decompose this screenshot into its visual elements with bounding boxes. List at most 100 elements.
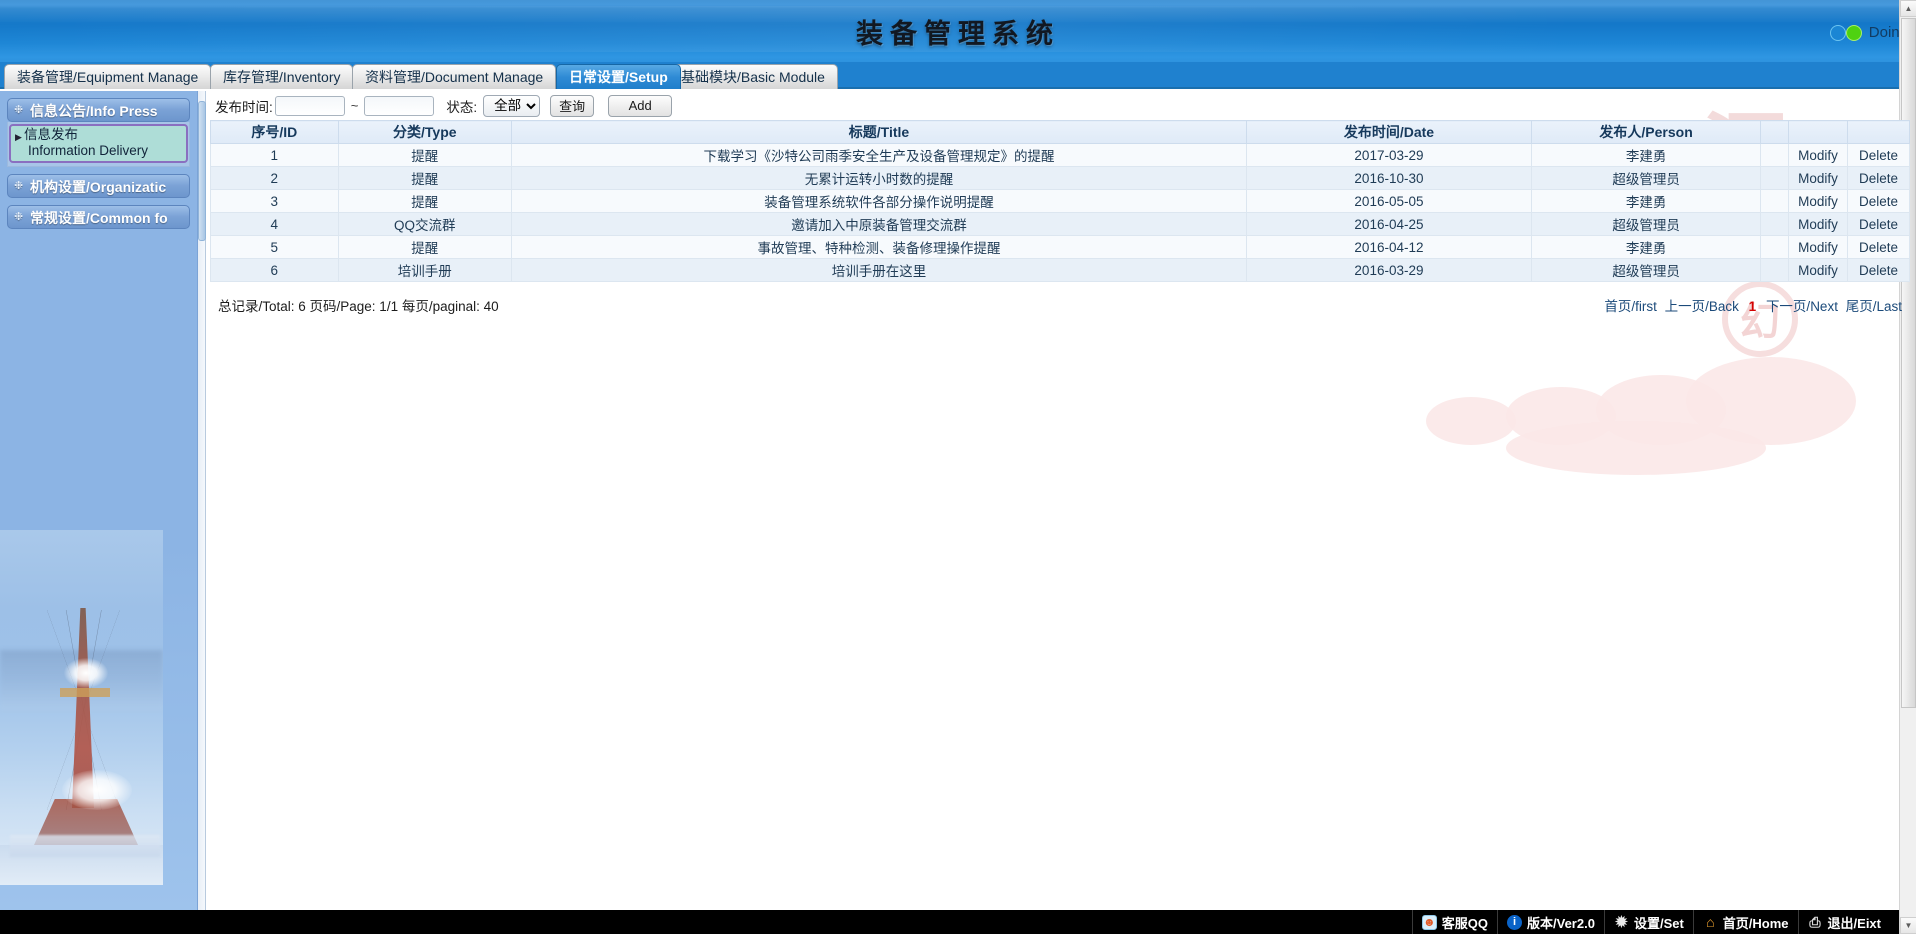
left-sidebar: ❉ 信息公告/Info Press ▶ 信息发布 Information Del… xyxy=(0,91,198,910)
table-row: 2 提醒 无累计运转小时数的提醒 2016-10-30 超级管理员 Modify… xyxy=(211,167,1910,190)
rig-light-upper xyxy=(64,658,108,688)
status-item-label: 版本/Ver2.0 xyxy=(1527,913,1595,932)
status-item-exit[interactable]: ⎙ 退出/Eixt xyxy=(1798,910,1890,934)
pagination-bar: 总记录/Total: 6 页码/Page: 1/1 每页/paginal: 40… xyxy=(210,292,1910,315)
app-banner: 装备管理系统 Doing xyxy=(0,0,1916,62)
cell-title[interactable]: 事故管理、特种检测、装备修理操作提醒 xyxy=(512,236,1247,259)
cell-type: 提醒 xyxy=(338,190,511,213)
table-row: 4 QQ交流群 邀请加入中原装备管理交流群 2016-04-25 超级管理员 M… xyxy=(211,213,1910,236)
query-button[interactable]: 查询 xyxy=(550,95,594,117)
header-person: 发布人/Person xyxy=(1531,121,1760,144)
modify-link[interactable]: Modify xyxy=(1789,167,1848,190)
modify-link[interactable]: Modify xyxy=(1789,236,1848,259)
status-item-home[interactable]: ⌂ 首页/Home xyxy=(1693,910,1798,934)
header-type: 分类/Type xyxy=(338,121,511,144)
cell-title[interactable]: 下载学习《沙特公司雨季安全生产及设备管理规定》的提醒 xyxy=(512,144,1247,167)
cell-date: 2016-03-29 xyxy=(1246,259,1531,282)
sidebar-item-information-delivery[interactable]: ▶ 信息发布 Information Delivery xyxy=(9,124,188,163)
modify-link[interactable]: Modify xyxy=(1789,213,1848,236)
cell-person: 超级管理员 xyxy=(1531,213,1760,236)
status-item-label: 设置/Set xyxy=(1634,913,1684,932)
delete-link[interactable]: Delete xyxy=(1848,144,1910,167)
pagination-first[interactable]: 首页/first xyxy=(1604,299,1657,314)
date-from-input[interactable] xyxy=(275,96,345,116)
scroll-up-arrow-icon[interactable]: ▲ xyxy=(1900,0,1916,17)
cell-type: QQ交流群 xyxy=(338,213,511,236)
sidebar-group-label: 信息公告/Info Press xyxy=(30,103,158,119)
cell-type: 提醒 xyxy=(338,236,511,259)
sidebar-group-label: 机构设置/Organizatic xyxy=(30,179,166,195)
notice-table: 序号/ID 分类/Type 标题/Title 发布时间/Date 发布人/Per… xyxy=(210,120,1910,282)
cell-spacer xyxy=(1761,144,1789,167)
home-icon: ⌂ xyxy=(1703,915,1718,930)
sidebar-scrollbar[interactable] xyxy=(198,91,206,910)
delete-link[interactable]: Delete xyxy=(1848,167,1910,190)
table-header-row: 序号/ID 分类/Type 标题/Title 发布时间/Date 发布人/Per… xyxy=(211,121,1910,144)
status-item-label: 退出/Eixt xyxy=(1828,913,1881,932)
pagination-last[interactable]: 尾页/Last xyxy=(1846,299,1902,314)
sparkle-icon: ❉ xyxy=(14,105,25,116)
delete-link[interactable]: Delete xyxy=(1848,259,1910,282)
delete-link[interactable]: Delete xyxy=(1848,236,1910,259)
status-item-label: 客服QQ xyxy=(1442,913,1488,932)
tab-document-manage[interactable]: 资料管理/Document Manage xyxy=(352,64,556,89)
app-title: 装备管理系统 xyxy=(0,12,1916,51)
scroll-down-arrow-icon[interactable]: ▼ xyxy=(1900,917,1916,934)
delete-link[interactable]: Delete xyxy=(1848,190,1910,213)
sidebar-scrollbar-thumb[interactable] xyxy=(198,101,206,241)
cell-id: 6 xyxy=(211,259,339,282)
tab-equipment-manage[interactable]: 装备管理/Equipment Manage xyxy=(4,64,211,89)
main-tab-bar: 装备管理/Equipment Manage 库存管理/Inventory 资料管… xyxy=(0,62,1916,89)
delete-link[interactable]: Delete xyxy=(1848,213,1910,236)
cell-spacer xyxy=(1761,167,1789,190)
status-item-customer-qq[interactable]: ☻ 客服QQ xyxy=(1412,910,1497,934)
status-dot-blue-icon xyxy=(1830,25,1846,41)
application-window: 装备管理系统 Doing 装备管理/Equipment Manage 库存管理/… xyxy=(0,0,1916,934)
cell-date: 2016-04-12 xyxy=(1246,236,1531,259)
pagination-next[interactable]: 下一页/Next xyxy=(1766,299,1838,314)
cell-spacer xyxy=(1761,190,1789,213)
publish-date-label: 发布时间: xyxy=(215,96,273,116)
pagination-back[interactable]: 上一页/Back xyxy=(1665,299,1739,314)
status-item-version[interactable]: i 版本/Ver2.0 xyxy=(1497,910,1604,934)
tab-setup[interactable]: 日常设置/Setup xyxy=(556,64,681,89)
sidebar-group-header-info-press[interactable]: ❉ 信息公告/Info Press xyxy=(7,98,190,122)
sidebar-group-organization: ❉ 机构设置/Organizatic xyxy=(7,174,190,198)
cell-title[interactable]: 邀请加入中原装备管理交流群 xyxy=(512,213,1247,236)
header-delete xyxy=(1848,121,1910,144)
cell-id: 4 xyxy=(211,213,339,236)
cell-title[interactable]: 培训手册在这里 xyxy=(512,259,1247,282)
add-button[interactable]: Add xyxy=(608,95,672,117)
status-item-label: 首页/Home xyxy=(1723,913,1789,932)
sidebar-group-info-press: ❉ 信息公告/Info Press ▶ 信息发布 Information Del… xyxy=(7,98,190,167)
modify-link[interactable]: Modify xyxy=(1789,144,1848,167)
status-label: 状态: xyxy=(446,96,477,116)
date-range-separator: ~ xyxy=(351,98,359,113)
modify-link[interactable]: Modify xyxy=(1789,190,1848,213)
filter-toolbar: 发布时间: ~ 状态: 全部 查询 Add xyxy=(207,91,1916,120)
header-date: 发布时间/Date xyxy=(1246,121,1531,144)
watermark-cloud-4 xyxy=(1426,397,1516,445)
status-item-settings[interactable]: ✹ 设置/Set xyxy=(1604,910,1693,934)
sidebar-item-label-cn: 信息发布 xyxy=(24,127,184,143)
cell-title[interactable]: 装备管理系统软件各部分操作说明提醒 xyxy=(512,190,1247,213)
date-to-input[interactable] xyxy=(364,96,434,116)
drilling-rig-photo xyxy=(0,530,163,885)
status-dot-green-icon xyxy=(1846,25,1862,41)
status-select[interactable]: 全部 xyxy=(483,95,540,117)
header-title: 标题/Title xyxy=(512,121,1247,144)
tab-basic-module[interactable]: 基础模块/Basic Module xyxy=(668,64,838,89)
rig-platform xyxy=(60,688,110,697)
watermark-cloud-2 xyxy=(1596,375,1726,445)
table-row: 1 提醒 下载学习《沙特公司雨季安全生产及设备管理规定》的提醒 2017-03-… xyxy=(211,144,1910,167)
notice-table-container: 序号/ID 分类/Type 标题/Title 发布时间/Date 发布人/Per… xyxy=(210,120,1910,282)
modify-link[interactable]: Modify xyxy=(1789,259,1848,282)
cell-id: 2 xyxy=(211,167,339,190)
sidebar-group-header-organization[interactable]: ❉ 机构设置/Organizatic xyxy=(7,174,190,198)
pagination-links: 首页/first 上一页/Back 1 下一页/Next 尾页/Last xyxy=(1602,295,1904,315)
sidebar-group-header-common[interactable]: ❉ 常规设置/Common fo xyxy=(7,205,190,229)
cell-title[interactable]: 无累计运转小时数的提醒 xyxy=(512,167,1247,190)
record-summary: 总记录/Total: 6 页码/Page: 1/1 每页/paginal: 40 xyxy=(218,295,499,315)
tab-inventory[interactable]: 库存管理/Inventory xyxy=(210,64,353,89)
sparkle-icon: ❉ xyxy=(14,212,25,223)
